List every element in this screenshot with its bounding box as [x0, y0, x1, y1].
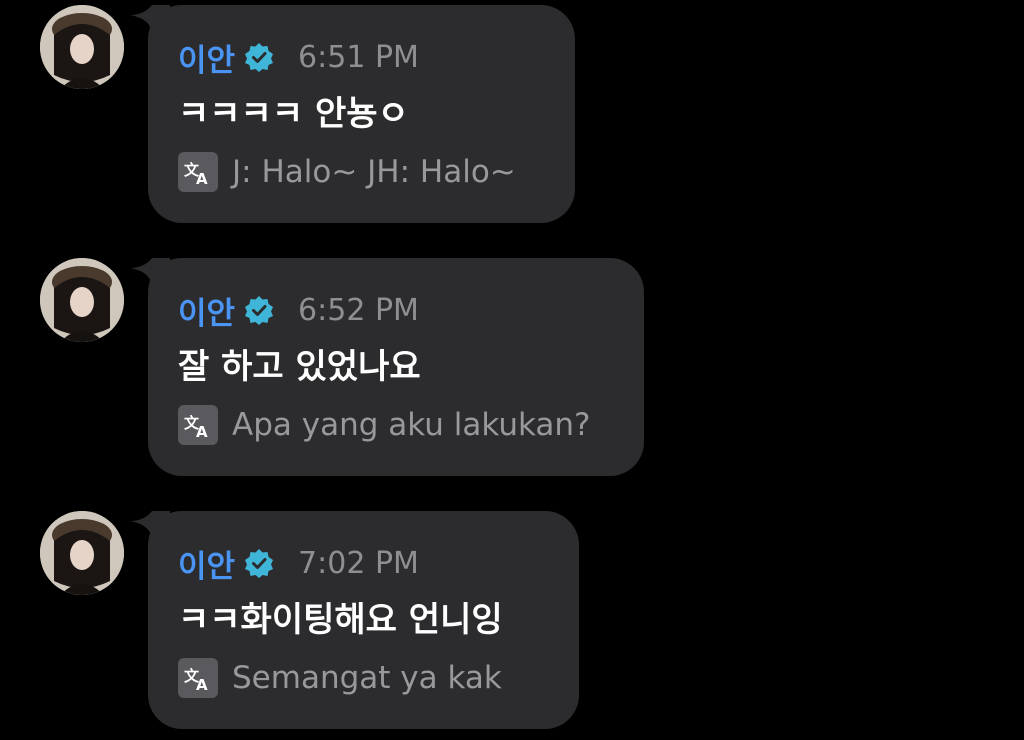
svg-text:A: A — [196, 676, 208, 692]
message-text: ㅋㅋㅋㅋ 안뇽ㅇ — [178, 94, 409, 134]
message-row: 이안 6:51 PM ㅋㅋㅋㅋ 안뇽ㅇ 文 A J: Halo~ JH: Hal… — [0, 0, 1024, 230]
translation-text: Apa yang aku lakukan? — [232, 407, 591, 443]
message-text: 잘 하고 있었나요 — [178, 347, 421, 387]
message-header: 이안 6:51 PM — [178, 35, 419, 79]
svg-text:A: A — [196, 423, 208, 439]
timestamp: 6:52 PM — [298, 292, 419, 328]
bubble-tail — [130, 258, 170, 288]
verified-badge-icon — [244, 548, 274, 578]
translation-row: 文 A Apa yang aku lakukan? — [178, 402, 591, 448]
message-header: 이안 7:02 PM — [178, 541, 419, 585]
translate-icon: 文 A — [178, 658, 218, 698]
avatar-image — [40, 258, 124, 342]
message-bubble[interactable]: 이안 6:52 PM 잘 하고 있었나요 文 A Apa yang aku la… — [130, 258, 644, 476]
translate-icon: 文 A — [178, 152, 218, 192]
timestamp: 6:51 PM — [298, 39, 419, 75]
avatar[interactable] — [40, 5, 124, 89]
bubble-tail — [130, 511, 170, 541]
message-bubble[interactable]: 이안 6:51 PM ㅋㅋㅋㅋ 안뇽ㅇ 文 A J: Halo~ JH: Hal… — [130, 5, 575, 223]
username[interactable]: 이안 — [178, 35, 235, 80]
translation-row: 文 A J: Halo~ JH: Halo~ — [178, 149, 516, 195]
translation-text: J: Halo~ JH: Halo~ — [232, 154, 516, 190]
bubble-tail — [130, 5, 170, 35]
svg-text:A: A — [196, 170, 208, 186]
avatar-image — [40, 511, 124, 595]
timestamp: 7:02 PM — [298, 545, 419, 581]
translate-icon: 文 A — [178, 405, 218, 445]
avatar[interactable] — [40, 511, 124, 595]
username[interactable]: 이안 — [178, 541, 235, 586]
avatar-image — [40, 5, 124, 89]
message-text: ㅋㅋ화이팅해요 언니잉 — [178, 600, 503, 640]
message-header: 이안 6:52 PM — [178, 288, 419, 332]
translation-row: 文 A Semangat ya kak — [178, 655, 502, 701]
avatar[interactable] — [40, 258, 124, 342]
translation-text: Semangat ya kak — [232, 660, 502, 696]
verified-badge-icon — [244, 295, 274, 325]
message-row: 이안 6:52 PM 잘 하고 있었나요 文 A Apa yang aku la… — [0, 253, 1024, 483]
message-bubble[interactable]: 이안 7:02 PM ㅋㅋ화이팅해요 언니잉 文 A Semangat ya k… — [130, 511, 579, 729]
message-row: 이안 7:02 PM ㅋㅋ화이팅해요 언니잉 文 A Semangat ya k… — [0, 506, 1024, 736]
username[interactable]: 이안 — [178, 288, 235, 333]
verified-badge-icon — [244, 42, 274, 72]
